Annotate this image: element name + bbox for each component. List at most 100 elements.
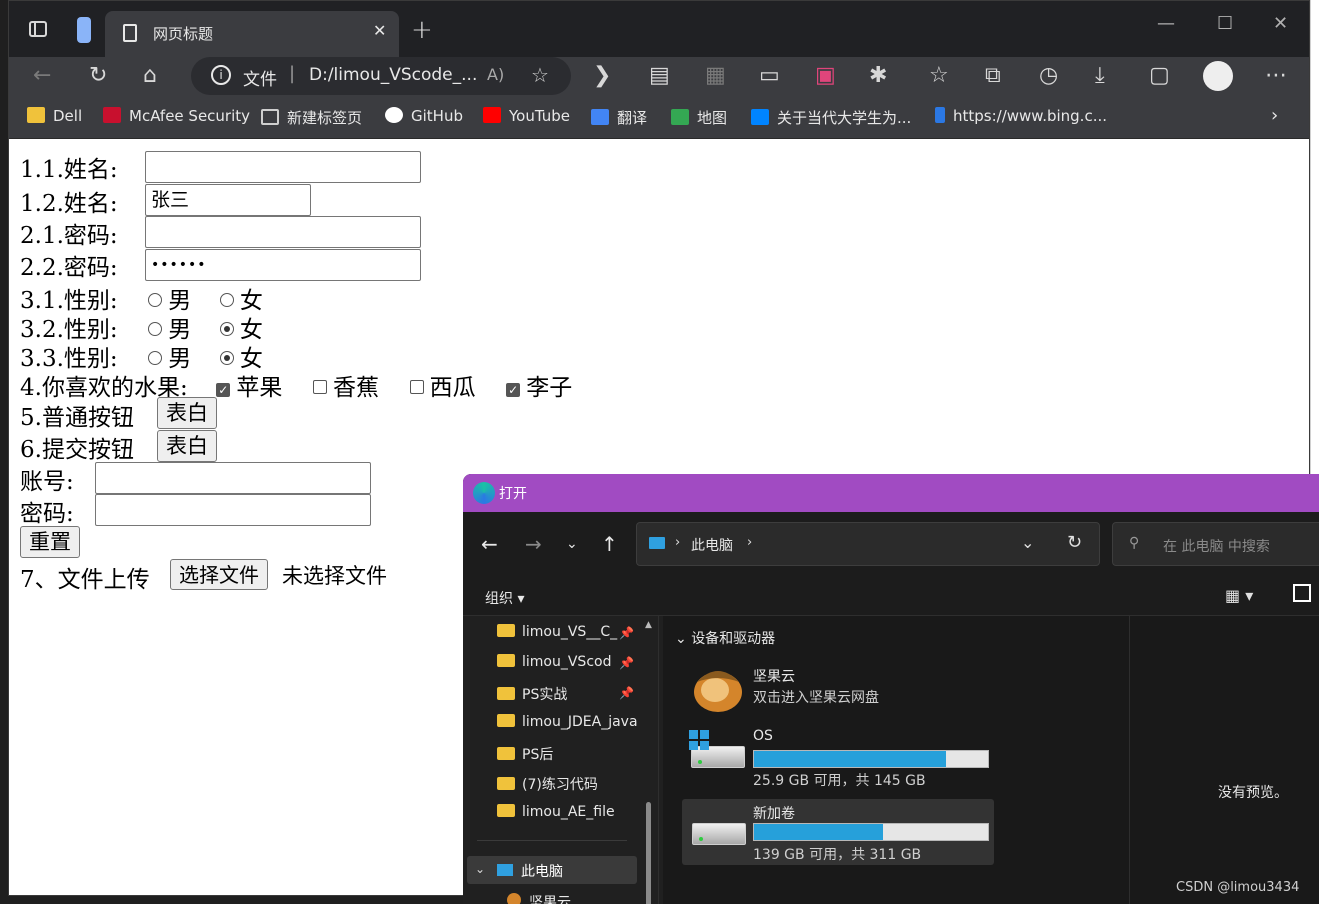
gender-male-radio[interactable] [148, 293, 163, 307]
bilibili-icon[interactable]: ▣ [815, 63, 836, 88]
preview-pane-icon[interactable] [1293, 584, 1311, 602]
bookmark-dell[interactable]: Dell [27, 107, 82, 125]
password-input-3[interactable] [95, 494, 371, 526]
address-bar[interactable]: i 文件 | D:/limou_VScode_... A) ☆ [191, 57, 571, 95]
nav-scrollbar[interactable]: ▲ [643, 616, 655, 904]
document-icon [123, 24, 137, 42]
fruit-watermelon-checkbox[interactable] [409, 380, 424, 394]
nav-folder-item[interactable]: limou_VScod [497, 654, 611, 670]
reset-button[interactable]: 重置 [20, 526, 80, 558]
password-input-2[interactable]: •••••• [145, 249, 421, 281]
account-input[interactable] [95, 462, 371, 494]
profile-avatar[interactable] [1203, 61, 1233, 91]
bookmark-zhihu[interactable]: 关于当代大学生为... [751, 107, 911, 128]
nav-folder-item[interactable]: limou_JDEA_java [497, 714, 638, 730]
name-input-2[interactable]: 张三 [145, 184, 311, 216]
favorites-icon[interactable]: ☆ [929, 63, 949, 88]
minimize-icon[interactable]: — [1157, 13, 1175, 34]
drives-pane: ⌄ 设备和驱动器 坚果云 双击进入坚果云网盘 OS 25.9 GB 可用，共 1… [663, 616, 1129, 904]
math-solver-icon[interactable]: ▢ [1149, 63, 1170, 88]
vertical-tabs-icon[interactable] [77, 17, 91, 43]
refresh-icon[interactable]: ↻ [1067, 532, 1082, 553]
extension-doc-icon[interactable]: ▤ [649, 63, 670, 88]
search-box[interactable]: ⚲ 在 此电脑 中搜索 [1112, 522, 1319, 566]
new-tab-page-icon [261, 109, 279, 125]
gender-female-radio[interactable] [219, 351, 234, 365]
fruit-plum-checkbox[interactable]: ✓ [506, 383, 521, 397]
view-mode-icon[interactable]: ▦ ▾ [1225, 586, 1253, 605]
tab-active[interactable]: 网页标题 ✕ [105, 11, 399, 57]
nav-this-pc[interactable]: ⌄ 此电脑 [467, 856, 637, 884]
up-icon[interactable]: ↑ [601, 532, 618, 556]
name-label-2: 1.2.姓名: [20, 191, 118, 217]
nav-nuts-cloud[interactable]: 坚果云 [507, 892, 571, 904]
upload-status: 未选择文件 [282, 564, 387, 588]
gender-male-radio[interactable] [148, 322, 163, 336]
home-icon[interactable]: ⌂ [143, 63, 157, 88]
bookmark-mcafee[interactable]: McAfee Security [103, 107, 250, 125]
drive-subtitle: 双击进入坚果云网盘 [753, 690, 879, 706]
refresh-icon[interactable]: ↻ [89, 63, 107, 88]
translate-icon [591, 109, 609, 125]
qr-code-icon[interactable]: ▦ [705, 63, 726, 88]
add-favorite-icon[interactable]: ☆ [531, 63, 549, 87]
fruit-banana-label: 香蕉 [332, 375, 379, 401]
bookmark-translate[interactable]: 翻译 [591, 107, 647, 128]
chevron-right-icon[interactable]: › [675, 535, 680, 550]
name-input-1[interactable] [145, 151, 421, 183]
drive-new-volume[interactable]: 新加卷 139 GB 可用，共 311 GB [682, 799, 994, 865]
collections-icon[interactable]: ⧉ [985, 63, 1001, 88]
bookmarks-overflow-icon[interactable]: › [1271, 105, 1278, 126]
site-info-icon[interactable]: i [211, 65, 231, 85]
address-url[interactable]: D:/limou_VScode_... [309, 65, 477, 85]
zhihu-icon [751, 109, 769, 125]
maximize-icon[interactable]: ☐ [1217, 13, 1233, 34]
extension-screen-icon[interactable]: ▭ [759, 63, 780, 88]
more-menu-icon[interactable]: ⋯ [1265, 63, 1287, 88]
fruit-apple-checkbox[interactable]: ✓ [216, 383, 231, 397]
back-icon[interactable]: ← [481, 532, 498, 556]
close-window-icon[interactable]: ✕ [1273, 13, 1288, 34]
fruit-row: 4.你喜欢的水果: ✓ 苹果 香蕉 西瓜 ✓ 李子 [20, 368, 572, 402]
bookmark-github[interactable]: GitHub [385, 107, 463, 125]
extension-arrow-icon[interactable]: ❯ [593, 63, 611, 88]
scroll-up-icon[interactable]: ▲ [645, 620, 652, 630]
bookmark-youtube[interactable]: YouTube [483, 107, 570, 125]
gender-female-radio[interactable] [219, 293, 234, 307]
chevron-right-icon[interactable]: › [747, 535, 752, 550]
downloads-icon[interactable]: ⤓ [1095, 63, 1105, 88]
bookmark-new-tab[interactable]: 新建标签页 [261, 107, 362, 128]
gender-male-radio[interactable] [148, 351, 163, 365]
group-header[interactable]: ⌄ 设备和驱动器 [675, 628, 775, 648]
nav-folder-item[interactable]: (7)练习代码 [497, 774, 598, 794]
scrollbar-thumb[interactable] [646, 802, 651, 904]
folder-icon [497, 777, 515, 790]
confess-button[interactable]: 表白 [157, 397, 217, 429]
new-tab-icon[interactable]: + [411, 15, 433, 45]
bookmark-bing[interactable]: https://www.bing.c... [935, 107, 1107, 125]
history-icon[interactable]: ◷ [1039, 63, 1058, 88]
nav-folder-item[interactable]: PS实战 [497, 684, 567, 704]
chevron-down-icon[interactable]: ⌄ [475, 862, 485, 876]
nav-folder-item[interactable]: limou_VS__C_ [497, 624, 617, 640]
tab-close-icon[interactable]: ✕ [373, 21, 386, 40]
forward-icon[interactable]: → [525, 532, 542, 556]
tab-actions-icon[interactable] [29, 21, 47, 37]
bookmark-maps[interactable]: 地图 [671, 107, 727, 128]
read-aloud-icon[interactable]: A) [487, 65, 504, 84]
fruit-banana-checkbox[interactable] [312, 380, 327, 394]
back-icon[interactable]: ← [33, 63, 51, 88]
drive-usage-bar [753, 750, 989, 768]
chevron-down-icon[interactable]: ⌄ [1021, 533, 1034, 552]
organize-menu[interactable]: 组织 ▾ [485, 588, 524, 608]
gender-female-radio[interactable] [219, 322, 234, 336]
breadcrumb-this-pc[interactable]: 此电脑 [691, 535, 733, 555]
extensions-icon[interactable]: ✱ [869, 63, 887, 88]
submit-button[interactable]: 表白 [157, 430, 217, 462]
nav-folder-item[interactable]: PS后 [497, 744, 553, 764]
password-input-1[interactable] [145, 216, 421, 248]
address-path[interactable]: › 此电脑 › ⌄ ↻ [636, 522, 1100, 566]
nav-folder-item[interactable]: limou_AE_file [497, 804, 615, 820]
choose-file-button[interactable]: 选择文件 [170, 559, 268, 590]
recent-locations-icon[interactable]: ⌄ [566, 536, 578, 552]
